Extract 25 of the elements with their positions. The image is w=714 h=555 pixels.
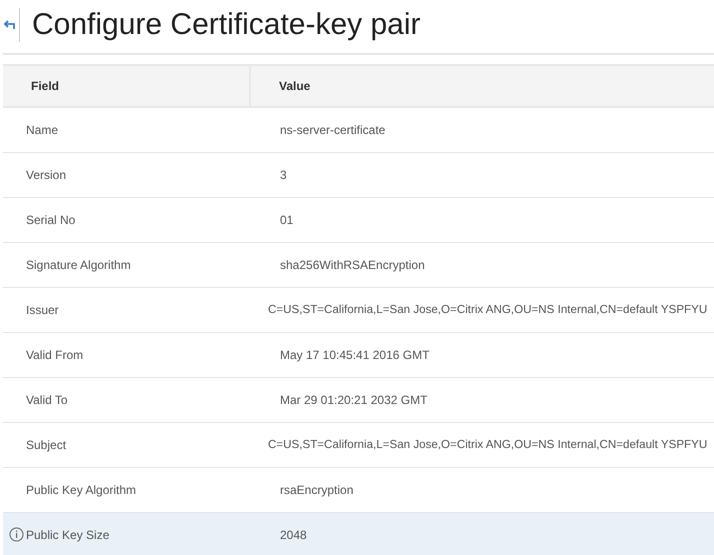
field-cell: Serial No: [3, 197, 250, 242]
field-label: Public Key Size: [26, 526, 110, 544]
value-cell: Mar 29 01:20:21 2032 GMT: [250, 377, 714, 422]
value-cell: sha256WithRSAEncryption: [250, 242, 714, 287]
column-header: Field: [3, 65, 250, 107]
value-cell: rsaEncryption: [250, 467, 714, 512]
column-header: Value: [250, 65, 714, 107]
field-cell: Issuer: [3, 287, 250, 332]
value-cell: 01: [250, 197, 714, 242]
value-cell: 3: [250, 152, 714, 197]
field-cell: Signature Algorithm: [3, 242, 250, 287]
field-cell: Public Key Algorithm: [3, 467, 250, 512]
value-cell: 2048: [250, 512, 714, 555]
field-cell: Subject: [3, 422, 250, 467]
field-cell: Valid To: [3, 377, 250, 422]
back-arrow-icon: [3, 20, 15, 30]
field-cell: Valid From: [3, 332, 250, 377]
page-title: Configure Certificate-key pair: [32, 7, 420, 43]
field-cell: Name: [3, 107, 250, 152]
value-cell: May 17 10:45:41 2016 GMT: [250, 332, 714, 377]
value-cell: C=US,ST=California,L=San Jose,O=Citrix ANG,OU=NS Internal,CN=default YSPFYU: [250, 422, 714, 467]
value-cell: C=US,ST=California,L=San Jose,O=Citrix ANG,OU=NS Internal,CN=default YSPFYU: [250, 287, 714, 332]
value-cell: ns-server-certificate: [250, 107, 714, 152]
info-icon[interactable]: [9, 527, 24, 542]
field-cell: Version: [3, 152, 250, 197]
